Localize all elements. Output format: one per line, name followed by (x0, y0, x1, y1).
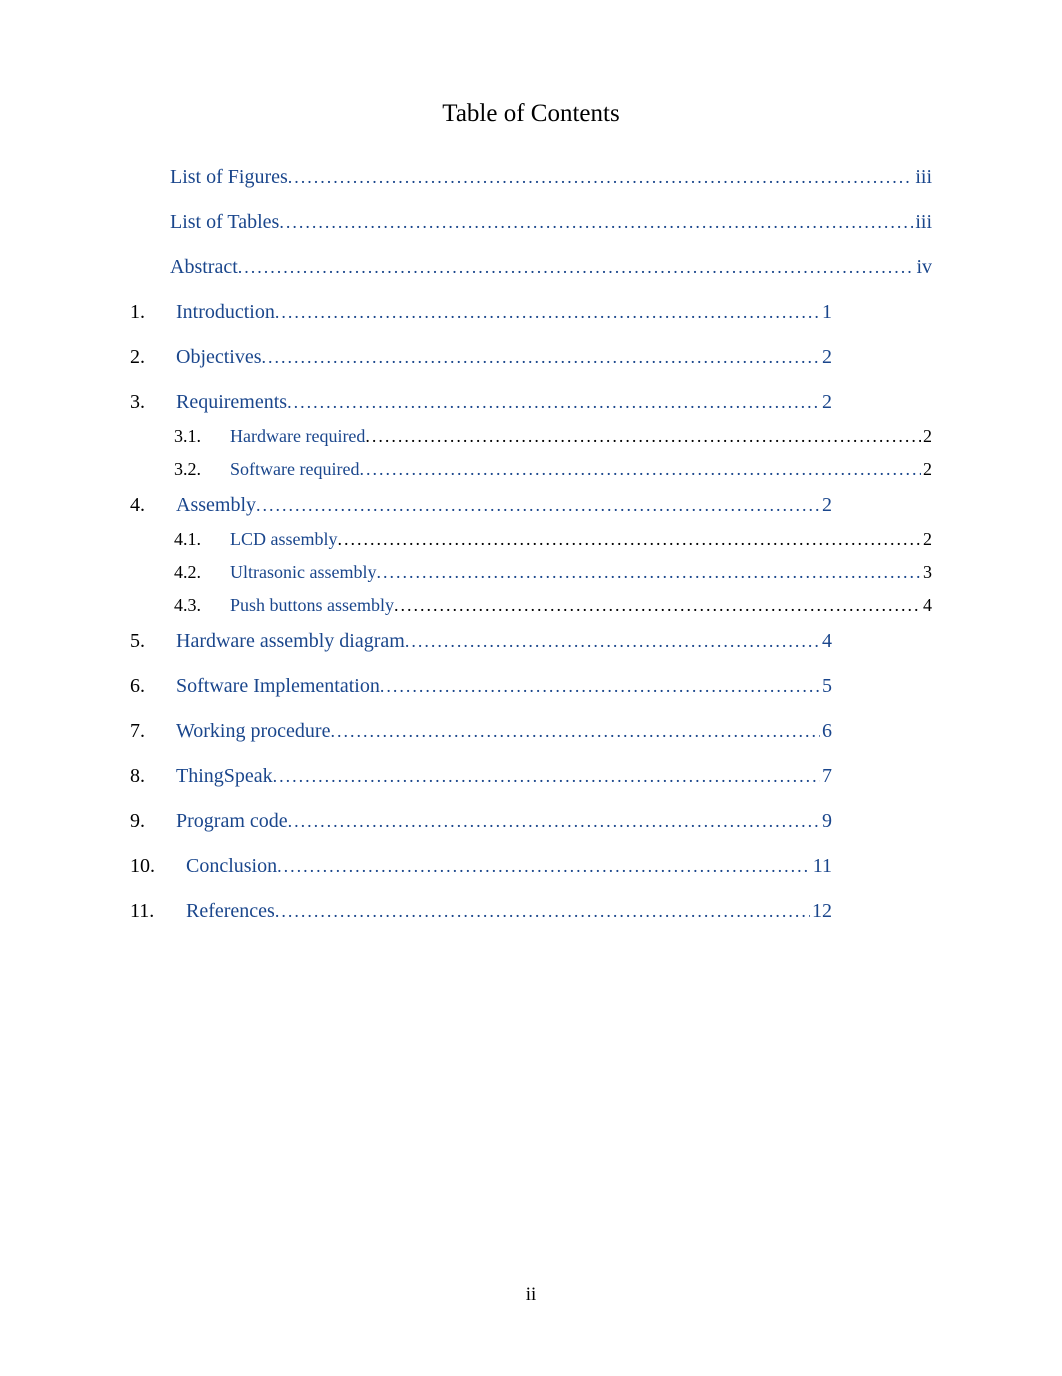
toc-leader (288, 811, 820, 832)
toc-link[interactable]: Objectives (176, 346, 262, 369)
toc-page-ref[interactable]: 11 (811, 855, 832, 878)
toc-subnum: 3.2. (170, 459, 230, 480)
toc-page-ref[interactable]: 4 (820, 630, 832, 653)
toc-num: 11. (130, 900, 186, 923)
toc-leader (273, 766, 820, 787)
toc-num: 2. (130, 346, 176, 369)
toc-page-ref[interactable]: 2 (820, 494, 832, 517)
toc-num: 1. (130, 301, 176, 324)
toc-page-ref[interactable]: 3 (921, 562, 932, 583)
toc-entry-list-of-tables: List of Tables iii (130, 211, 932, 234)
toc-page-ref[interactable]: iv (914, 256, 932, 279)
toc-page-ref[interactable]: 2 (921, 459, 932, 480)
toc-page-ref[interactable]: iii (913, 211, 932, 234)
toc-entry-assembly: 4. Assembly 2 (130, 494, 932, 517)
toc-link[interactable]: Abstract (170, 256, 238, 279)
toc-subentry: 4.3. Push buttons assembly 4 (170, 595, 932, 616)
toc-link[interactable]: ThingSpeak (176, 765, 273, 788)
toc-num: 3. (130, 391, 176, 414)
toc-page-ref: 2 (921, 529, 932, 550)
toc-leader (338, 529, 922, 550)
toc-link[interactable]: References (186, 900, 275, 923)
toc-link[interactable]: Requirements (176, 391, 287, 414)
toc-entry-introduction: 1. Introduction 1 (130, 301, 932, 324)
toc-leader (256, 495, 820, 516)
toc-entry-thingspeak: 8. ThingSpeak 7 (130, 765, 932, 788)
toc-leader (287, 392, 820, 413)
toc-num: 9. (130, 810, 176, 833)
toc-leader (380, 676, 820, 697)
toc-leader (394, 595, 921, 616)
toc-link[interactable]: Software required (230, 459, 359, 480)
toc-link[interactable]: Ultrasonic assembly (230, 562, 376, 583)
toc-page: Table of Contents List of Figures iii Li… (0, 0, 1062, 1005)
toc-num: 6. (130, 675, 176, 698)
toc-subnum: 4.1. (170, 529, 230, 550)
toc-entry-program-code: 9. Program code 9 (130, 810, 932, 833)
toc-page-ref[interactable]: 2 (820, 391, 832, 414)
toc-subnum: 3.1. (170, 426, 230, 447)
toc-entry-conclusion: 10. Conclusion 11 (130, 855, 932, 878)
toc-page-ref: 4 (921, 595, 932, 616)
toc-page-ref[interactable]: 6 (820, 720, 832, 743)
toc-link[interactable]: Software Implementation (176, 675, 380, 698)
page-title: Table of Contents (130, 100, 932, 128)
toc-subentry: 4.1. LCD assembly 2 (170, 529, 932, 550)
toc-subnum: 4.2. (170, 562, 230, 583)
toc-entry-references: 11. References 12 (130, 900, 932, 923)
toc-leader (262, 347, 820, 368)
toc-entry-objectives: 2. Objectives 2 (130, 346, 932, 369)
toc-link[interactable]: Assembly (176, 494, 256, 517)
toc-link[interactable]: LCD assembly (230, 529, 338, 550)
toc-page-ref[interactable]: iii (913, 166, 932, 189)
toc-entry-working-procedure: 7. Working procedure 6 (130, 720, 932, 743)
toc-leader (405, 631, 820, 652)
page-number: ii (0, 1284, 1062, 1306)
toc-link[interactable]: Hardware assembly diagram (176, 630, 405, 653)
toc-leader (359, 459, 921, 480)
toc-leader (288, 167, 914, 188)
toc-subentry: 3.2. Software required 2 (170, 459, 932, 480)
toc-link[interactable]: List of Figures (170, 166, 288, 189)
toc-page-ref[interactable]: 9 (820, 810, 832, 833)
toc-entry-hardware-diagram: 5. Hardware assembly diagram 4 (130, 630, 932, 653)
toc-link[interactable]: List of Tables (170, 211, 279, 234)
toc-leader (275, 302, 820, 323)
toc-link[interactable]: Working procedure (176, 720, 330, 743)
toc-entry-software-impl: 6. Software Implementation 5 (130, 675, 932, 698)
toc-entry-requirements: 3. Requirements 2 (130, 391, 932, 414)
toc-leader (330, 721, 820, 742)
toc-page-ref[interactable]: 7 (820, 765, 832, 788)
toc-link[interactable]: Conclusion (186, 855, 277, 878)
toc-page-ref[interactable]: 12 (810, 900, 832, 923)
toc-page-ref[interactable]: 5 (820, 675, 832, 698)
toc-link[interactable]: Introduction (176, 301, 275, 324)
toc-subgroup-requirements: 3.1. Hardware required 2 3.2. Software r… (130, 426, 932, 480)
toc-subnum: 4.3. (170, 595, 230, 616)
toc-link[interactable]: Push buttons assembly (230, 595, 394, 616)
toc-leader (277, 856, 811, 877)
toc-leader (275, 901, 810, 922)
toc-entry-list-of-figures: List of Figures iii (130, 166, 932, 189)
toc-page-ref[interactable]: 1 (820, 301, 832, 324)
toc-subentry: 3.1. Hardware required 2 (170, 426, 932, 447)
toc-leader (279, 212, 913, 233)
toc-subentry: 4.2. Ultrasonic assembly 3 (170, 562, 932, 583)
toc-page-ref: 2 (921, 426, 932, 447)
toc-link[interactable]: Program code (176, 810, 288, 833)
toc-num: 10. (130, 855, 186, 878)
toc-page-ref[interactable]: 2 (820, 346, 832, 369)
toc-num: 5. (130, 630, 176, 653)
toc-num: 8. (130, 765, 176, 788)
toc-entry-abstract: Abstract iv (130, 256, 932, 279)
toc-leader (238, 257, 915, 278)
toc-link[interactable]: Hardware required (230, 426, 365, 447)
toc-list: List of Figures iii List of Tables iii A… (130, 166, 932, 923)
toc-num: 7. (130, 720, 176, 743)
toc-num: 4. (130, 494, 176, 517)
toc-leader (376, 562, 921, 583)
toc-leader (365, 426, 921, 447)
toc-subgroup-assembly: 4.1. LCD assembly 2 4.2. Ultrasonic asse… (130, 529, 932, 616)
